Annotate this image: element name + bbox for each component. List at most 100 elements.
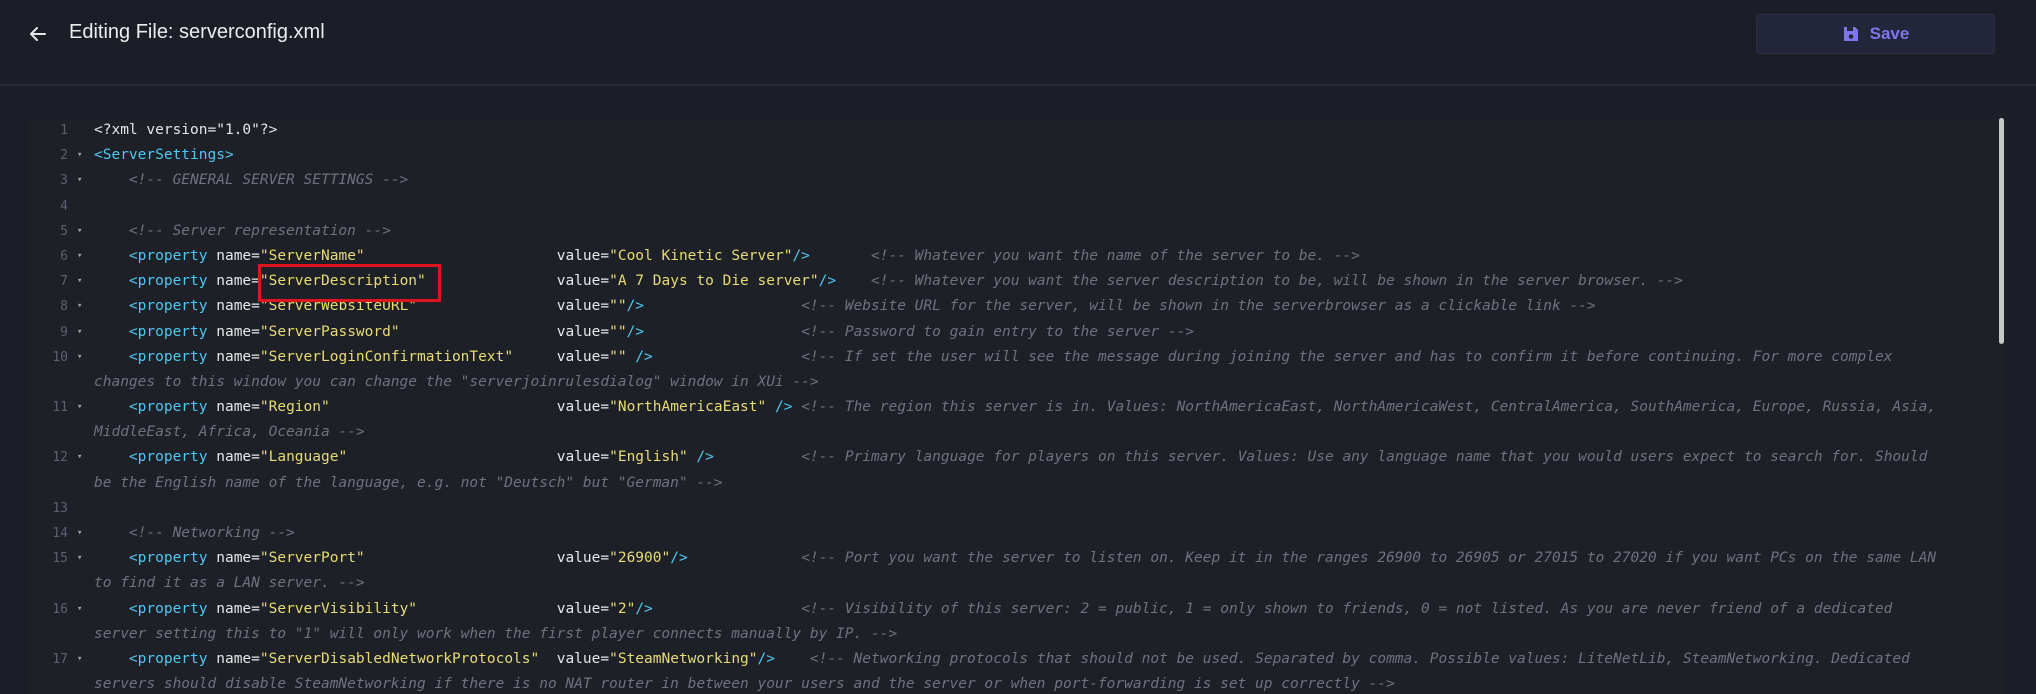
token-attr: value= [556,348,610,365]
token-str: "NorthAmericaEast" [609,399,767,416]
token-cmt: <!-- Server representation --> [128,222,391,239]
code-line[interactable]: 15 ▾ <property name="ServerPort" value="2… [28,546,1994,596]
token-attr: value= [556,449,610,466]
code-line[interactable]: 9 ▾ <property name="ServerPassword" value… [28,320,1994,345]
code-line[interactable]: 2 ▾ <ServerSettings> [28,143,1994,168]
floppy-disk-icon [1843,27,1858,41]
token-str: "Cool Kinetic Server" [609,247,793,264]
code-line[interactable]: 1 <?xml version="1.0"?> [28,118,1994,143]
token-str: "SteamNetworking" [609,651,758,668]
fold-toggle-icon[interactable]: ▾ [77,521,82,546]
token-attr: name= [207,399,260,416]
code-lines: 1 <?xml version="1.0"?> 2 ▾ <ServerSettings>… [28,118,1994,694]
token-cmt: <!-- Primary language for players on thi… [801,449,1928,466]
code-line[interactable]: 4 [28,194,1994,219]
code-line[interactable]: 6 ▾ <property name="ServerName" value="Co… [28,244,1994,269]
token-tag: /> [626,298,645,315]
code-text [94,496,1994,521]
editor-scrollbar[interactable] [1998,118,2006,694]
token-attr: value= [556,247,610,264]
fold-toggle-icon[interactable]: ▾ [77,445,82,470]
arrow-left-icon [30,27,46,41]
token-cmt: <!-- GENERAL SERVER SETTINGS --> [128,172,409,189]
token-cmt: <!-- If set the user will see the messag… [801,348,1893,365]
token-tag: /> [670,550,688,567]
fold-toggle-icon[interactable]: ▾ [77,597,82,622]
token-tag: /> [635,600,653,617]
code-line[interactable]: 10 ▾ <property name="ServerLoginConfirmat… [28,345,1994,395]
token-attr: name= [207,247,260,264]
editor-header: Editing File: serverconfig.xml Save [0,0,2036,86]
token-str: "ServerVisibility" [259,600,418,617]
fold-toggle-icon[interactable]: ▾ [77,219,82,244]
token-attr: name= [207,273,260,290]
fold-toggle-icon[interactable]: ▾ [77,345,82,370]
line-number: 4 [60,198,68,214]
fold-toggle-icon[interactable]: ▾ [77,244,82,269]
token-attr: value= [556,550,610,567]
fold-toggle-icon[interactable]: ▾ [77,647,82,672]
fold-toggle-icon[interactable]: ▾ [77,143,82,168]
token-attr: name= [207,651,260,668]
fold-toggle-icon[interactable]: ▾ [77,395,82,420]
token-tag: /> [687,449,714,466]
code-text: <property name="ServerName" value="Cool … [94,244,1994,269]
token-tag: <property [128,399,208,416]
code-line[interactable]: 17 ▾ <property name="ServerDisabledNetwor… [28,647,1994,694]
code-text: <property name="ServerDisabledNetworkPro… [94,647,1994,672]
code-line[interactable]: 5 ▾ <!-- Server representation --> [28,219,1994,244]
token-attr: name= [207,550,260,567]
token-tag: <property [128,273,208,290]
code-line[interactable]: 13 [28,496,1994,521]
code-line[interactable]: 16 ▾ <property name="ServerVisibility" va… [28,597,1994,647]
token-attr: name= [207,600,260,617]
back-button[interactable] [24,20,52,48]
fold-toggle-icon[interactable]: ▾ [77,320,82,345]
code-line[interactable]: 11 ▾ <property name="Region" value="North… [28,395,1994,445]
line-number: 3 [60,173,68,189]
fold-toggle-icon[interactable]: ▾ [77,168,82,193]
code-wrap-continuation: be the English name of the language, e.g… [94,474,723,491]
code-line[interactable]: 14 ▾ <!-- Networking --> [28,521,1994,546]
token-tag: <property [128,298,208,315]
code-line[interactable]: 3 ▾ <!-- GENERAL SERVER SETTINGS --> [28,168,1994,193]
code-text: <!-- Networking --> [94,521,1994,546]
token-tag: /> [818,273,837,290]
code-line[interactable]: 8 ▾ <property name="ServerWebsiteURL" val… [28,294,1994,319]
code-editor[interactable]: 1 <?xml version="1.0"?> 2 ▾ <ServerSettings>… [28,118,2006,694]
token-str: "" [609,323,627,340]
token-cmt: <!-- Port you want the server to listen … [801,550,1937,567]
fold-toggle-icon[interactable]: ▾ [77,294,82,319]
code-wrap-continuation: servers should disable SteamNetworking i… [94,676,1395,693]
scrollbar-thumb[interactable] [1999,118,2004,344]
save-button[interactable]: Save [1756,14,1995,54]
line-number: 2 [60,148,68,164]
code-line[interactable]: 12 ▾ <property name="Language" value="Eng… [28,445,1994,495]
line-number: 15 [52,551,68,567]
token-tag: <property [128,449,208,466]
token-str: "ServerName" [259,247,365,264]
fold-toggle-icon[interactable]: ▾ [77,269,82,294]
code-text: <property name="Language" value="English… [94,445,1994,470]
line-number: 11 [52,400,68,416]
token-str: "ServerDisabledNetworkProtocols" [259,651,540,668]
fold-toggle-icon[interactable]: ▾ [77,546,82,571]
code-line[interactable]: 7 ▾ <property name="ServerDescription" va… [28,269,1994,294]
token-attr: value= [556,600,610,617]
code-text: <property name="ServerLoginConfirmationT… [94,345,1994,370]
